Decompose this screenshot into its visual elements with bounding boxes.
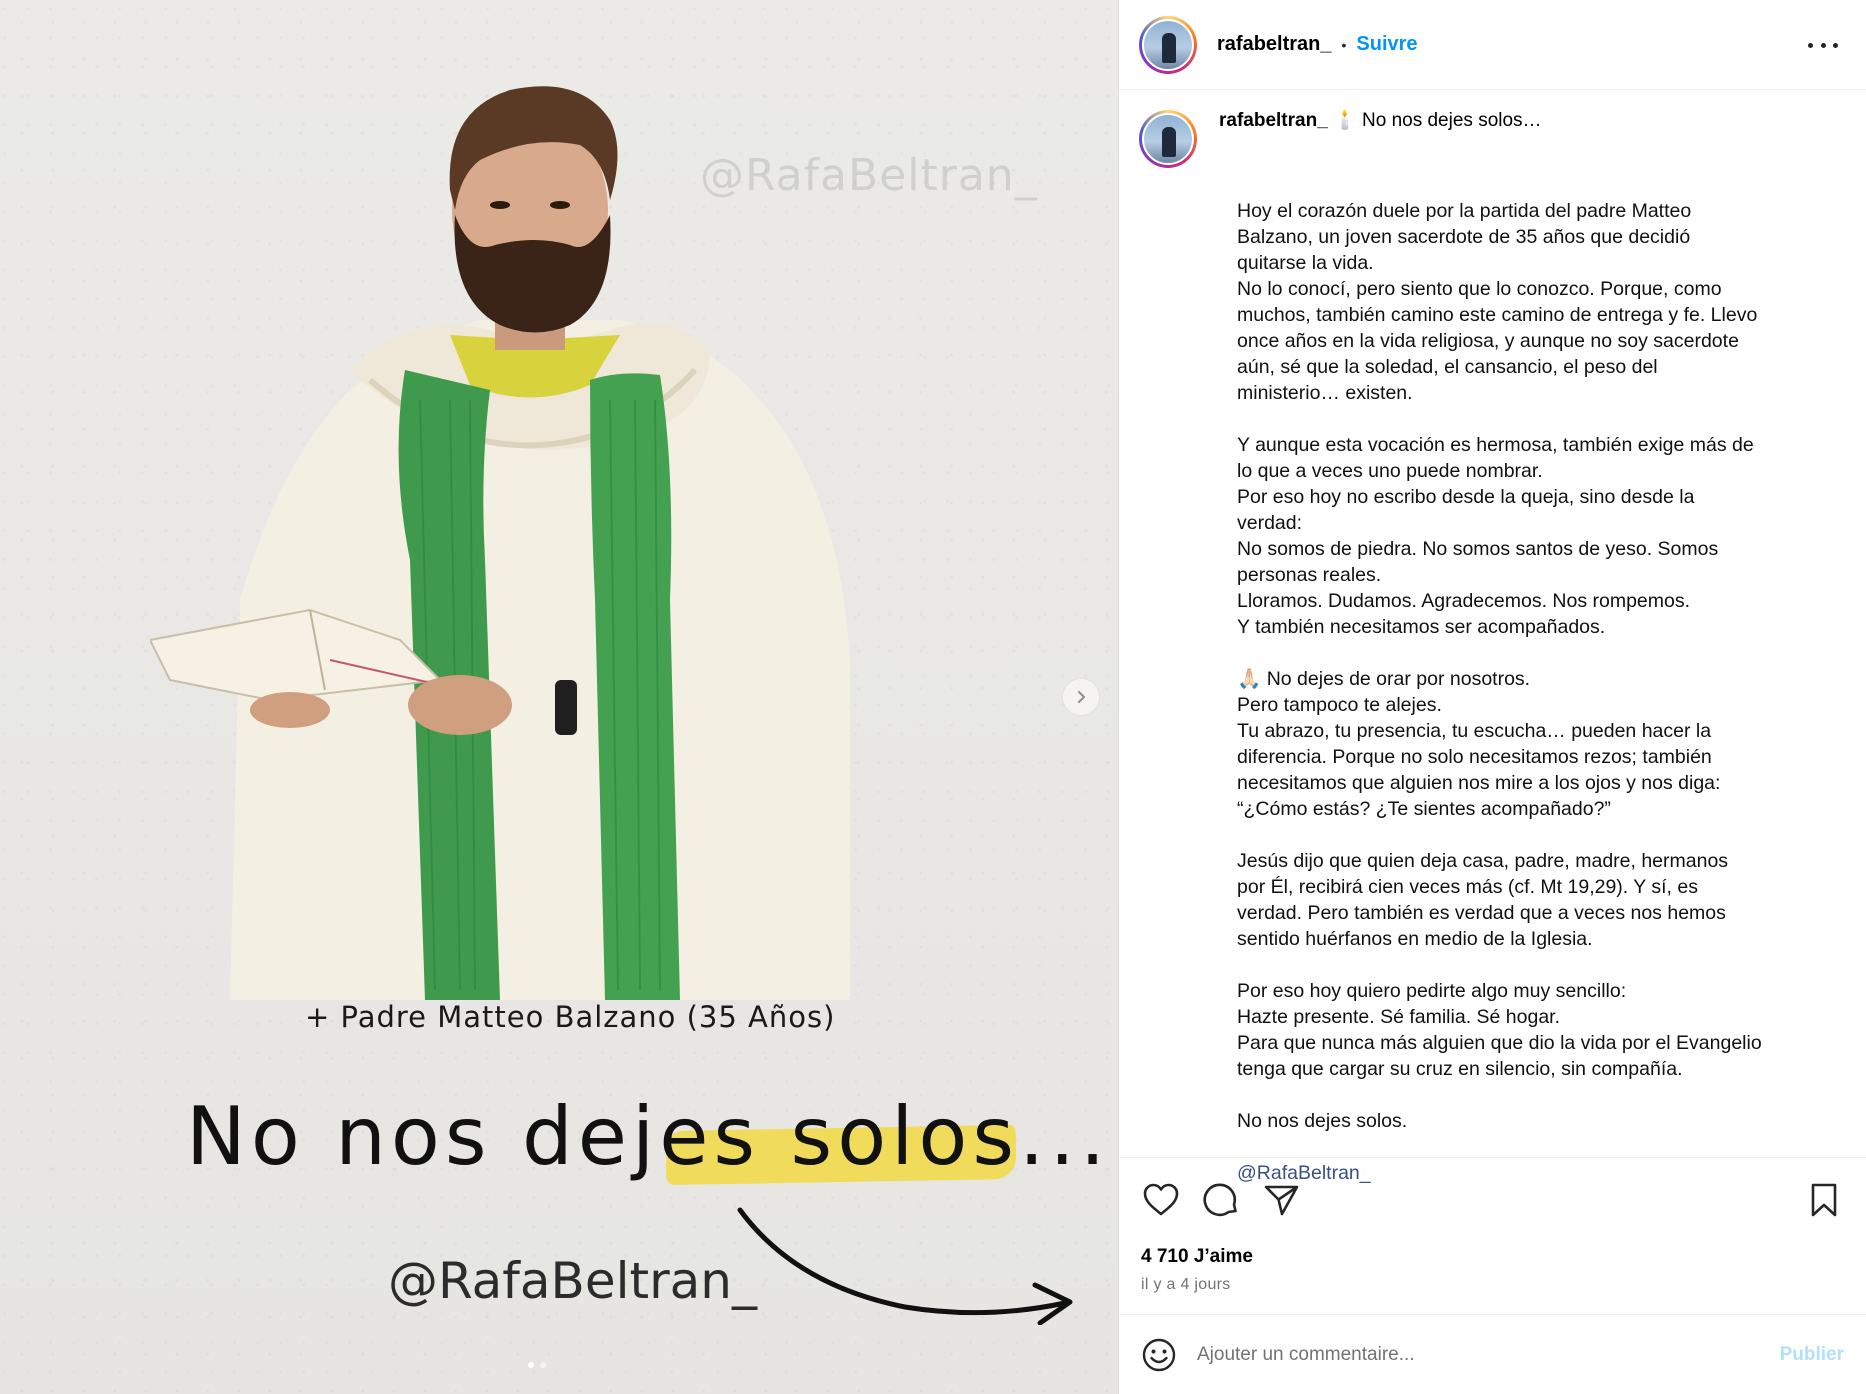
caption-line: Lloramos. Dudamos. Agradecemos. Nos romp… <box>1237 590 1691 612</box>
more-options-button[interactable] <box>1808 33 1838 57</box>
caption-paragraph: Y aunque esta vocación es hermosa, tambi… <box>1237 432 1849 640</box>
separator-dot: • <box>1341 36 1347 53</box>
caption-line: Y también necesitamos ser acompañados. <box>1237 616 1606 638</box>
header-username[interactable]: rafabeltran_ <box>1217 33 1332 56</box>
share-icon[interactable] <box>1261 1180 1301 1220</box>
caption-line: No nos dejes solos. <box>1237 1110 1408 1132</box>
caption-paragraph: Hoy el corazón duele por la partida del … <box>1237 198 1849 406</box>
caption-line: lo que a veces uno puede nombrar. <box>1237 460 1543 482</box>
more-dot <box>1820 42 1826 48</box>
caption-line: por Él, recibirá cien veces más (cf. Mt … <box>1237 876 1698 898</box>
heart-icon[interactable] <box>1141 1180 1181 1220</box>
caption-line: Para que nunca más alguien que dio la vi… <box>1237 1032 1762 1054</box>
caption-emoji: 🕯️ <box>1333 110 1357 131</box>
caption-line: personas reales. <box>1237 564 1382 586</box>
headline: No nos dejes solos... <box>186 1090 1105 1200</box>
more-dot <box>1833 42 1838 48</box>
caption-line: muchos, también camino este camino de en… <box>1237 304 1758 326</box>
caption-line: once años en la vida religiosa, y aunque… <box>1237 330 1739 352</box>
avatar[interactable] <box>1139 15 1197 74</box>
post-header: rafabeltran_ • Suivre <box>1119 0 1866 90</box>
image-caption: + Padre Matteo Balzano (35 Años) <box>305 1000 836 1034</box>
chevron-right-icon <box>1078 691 1086 703</box>
caption-line: Pero tampoco te alejes. <box>1237 694 1442 716</box>
carousel-dot-active <box>528 1362 534 1368</box>
caption-line: verdad. Pero también es verdad que a vec… <box>1237 902 1726 924</box>
caption-line: ministerio… existen. <box>1237 382 1413 404</box>
caption-line: Y aunque esta vocación es hermosa, tambi… <box>1237 434 1754 456</box>
caption-line: Por eso hoy quiero pedirte algo muy senc… <box>1237 980 1627 1002</box>
caption-line: sentido huérfanos en medio de la Iglesia… <box>1237 928 1593 950</box>
post-timestamp[interactable]: il y a 4 jours <box>1141 1276 1844 1294</box>
follow-button[interactable]: Suivre <box>1356 33 1417 56</box>
comment-bar: Publier <box>1119 1314 1866 1394</box>
arrow-icon <box>737 1207 1073 1325</box>
likes-count[interactable]: 4 710 J’aime <box>1141 1246 1844 1268</box>
caption-line: quitarse la vida. <box>1237 252 1374 274</box>
caption-line: No somos de piedra. No somos santos de y… <box>1237 538 1719 560</box>
caption-line: Balzano, un joven sacerdote de 35 años q… <box>1237 226 1691 248</box>
caption-head: rafabeltran_ 🕯️ No nos dejes solos… <box>1139 110 1849 168</box>
caption-paragraph: No nos dejes solos. <box>1237 1108 1849 1134</box>
emoji-icon[interactable] <box>1141 1337 1177 1373</box>
caption-line: 🙏🏻 No dejes de orar por nosotros. <box>1237 668 1531 690</box>
caption-line: Por eso hoy no escribo desde la queja, s… <box>1237 486 1695 508</box>
caption-avatar[interactable] <box>1139 110 1197 168</box>
action-row <box>1141 1180 1844 1220</box>
caption-line: necesitamos que alguien nos mire a los o… <box>1237 772 1721 794</box>
publish-button[interactable]: Publier <box>1780 1344 1844 1366</box>
caption-paragraph: 🙏🏻 No dejes de orar por nosotros. Pero t… <box>1237 666 1849 822</box>
caption-line: No lo conocí, pero siento que lo conozco… <box>1237 278 1722 300</box>
caption-line: aún, sé que la soledad, el cansancio, el… <box>1237 356 1658 378</box>
caption-line: Hoy el corazón duele por la partida del … <box>1237 200 1692 222</box>
carousel-dots <box>528 1362 546 1368</box>
next-slide-button[interactable] <box>1062 678 1100 716</box>
caption-line: Tu abrazo, tu presencia, tu escucha… pue… <box>1237 720 1712 742</box>
headline-highlight-text: solos... <box>790 1090 1111 1183</box>
caption-line: Jesús dijo que quien deja casa, padre, m… <box>1237 850 1729 872</box>
caption-username[interactable]: rafabeltran_ <box>1219 110 1328 131</box>
post-sidebar: rafabeltran_ • Suivre rafabeltran_ 🕯️ No… <box>1118 0 1866 1394</box>
caption-paragraph: Jesús dijo que quien deja casa, padre, m… <box>1237 848 1849 952</box>
caption-line: tenga que cargar su cruz en silencio, si… <box>1237 1058 1683 1080</box>
post-actions: 4 710 J’aime il y a 4 jours <box>1119 1157 1866 1314</box>
priest-photo <box>150 86 850 1000</box>
caption-line: verdad: <box>1237 512 1303 534</box>
caption-line: “¿Cómo estás? ¿Te sientes acompañado?” <box>1237 798 1611 820</box>
carousel-dot <box>540 1362 546 1368</box>
caption-body: Hoy el corazón duele por la partida del … <box>1237 198 1849 1186</box>
caption-line: Hazte presente. Sé familia. Sé hogar. <box>1237 1006 1561 1028</box>
caption-line: diferencia. Porque no solo necesitamos r… <box>1237 746 1712 768</box>
post-image[interactable]: @RafaBeltran_ + Padre Matteo Balzano (35… <box>0 0 1118 1394</box>
comment-input[interactable] <box>1197 1343 1780 1366</box>
caption-title: No nos dejes solos… <box>1362 110 1542 131</box>
caption-area: rafabeltran_ 🕯️ No nos dejes solos… Hoy … <box>1139 110 1849 1186</box>
comment-icon[interactable] <box>1201 1180 1241 1220</box>
image-handle: @RafaBeltran_ <box>388 1252 757 1310</box>
caption-paragraph: Por eso hoy quiero pedirte algo muy senc… <box>1237 978 1849 1082</box>
headline-start: No nos dejes <box>186 1090 791 1183</box>
bookmark-icon[interactable] <box>1804 1180 1844 1220</box>
more-dot <box>1808 42 1813 48</box>
